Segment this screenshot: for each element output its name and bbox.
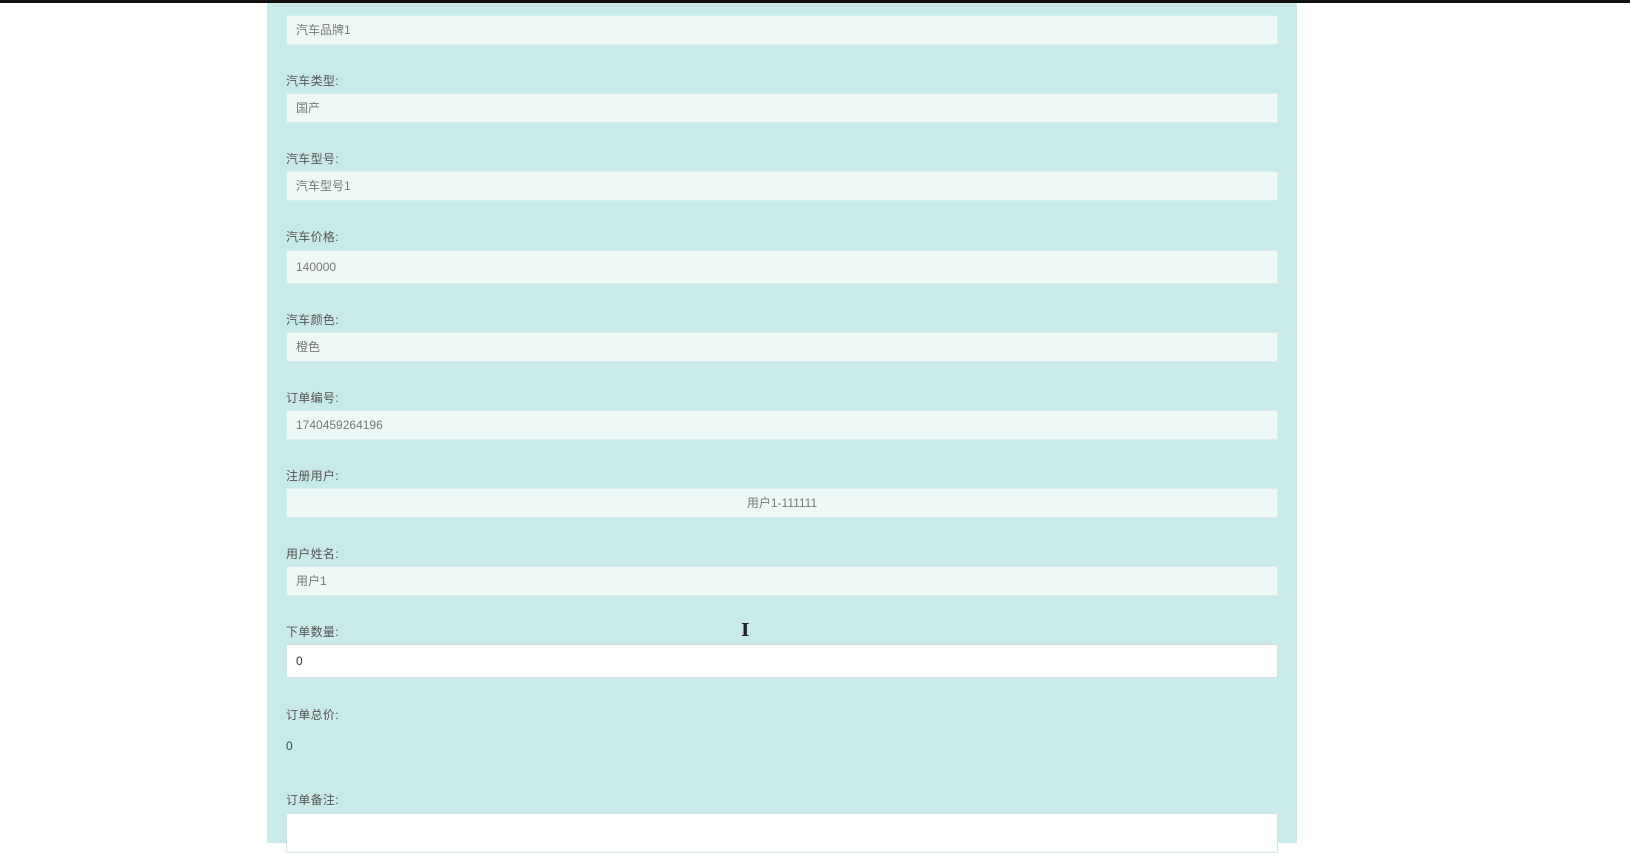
model-label: 汽车型号: bbox=[286, 152, 339, 166]
remark-label: 订单备注: bbox=[286, 793, 339, 807]
user-name-field[interactable]: 用户1 bbox=[286, 566, 1278, 596]
quantity-input[interactable]: 0 bbox=[286, 644, 1278, 678]
user-name-label: 用户姓名: bbox=[286, 547, 339, 561]
order-number-field[interactable]: 1740459264196 bbox=[286, 410, 1278, 440]
model-field[interactable]: 汽车型号1 bbox=[286, 171, 1278, 201]
type-label: 汽车类型: bbox=[286, 74, 339, 88]
remark-textarea[interactable] bbox=[286, 813, 1278, 853]
order-number-label: 订单编号: bbox=[286, 391, 339, 405]
total-price-label: 订单总价: bbox=[286, 708, 339, 722]
registered-user-select[interactable]: 用户1-111111 bbox=[286, 488, 1278, 518]
total-price-value: 0 bbox=[286, 739, 293, 753]
quantity-label: 下单数量: bbox=[286, 625, 339, 639]
price-field[interactable]: 140000 bbox=[286, 250, 1278, 284]
price-label: 汽车价格: bbox=[286, 230, 339, 244]
type-field[interactable]: 国产 bbox=[286, 93, 1278, 123]
color-field[interactable]: 橙色 bbox=[286, 332, 1278, 362]
color-label: 汽车颜色: bbox=[286, 313, 339, 327]
registered-user-label: 注册用户: bbox=[286, 469, 339, 483]
text-cursor-icon: I bbox=[741, 620, 750, 641]
brand-field[interactable]: 汽车品牌1 bbox=[286, 15, 1278, 45]
